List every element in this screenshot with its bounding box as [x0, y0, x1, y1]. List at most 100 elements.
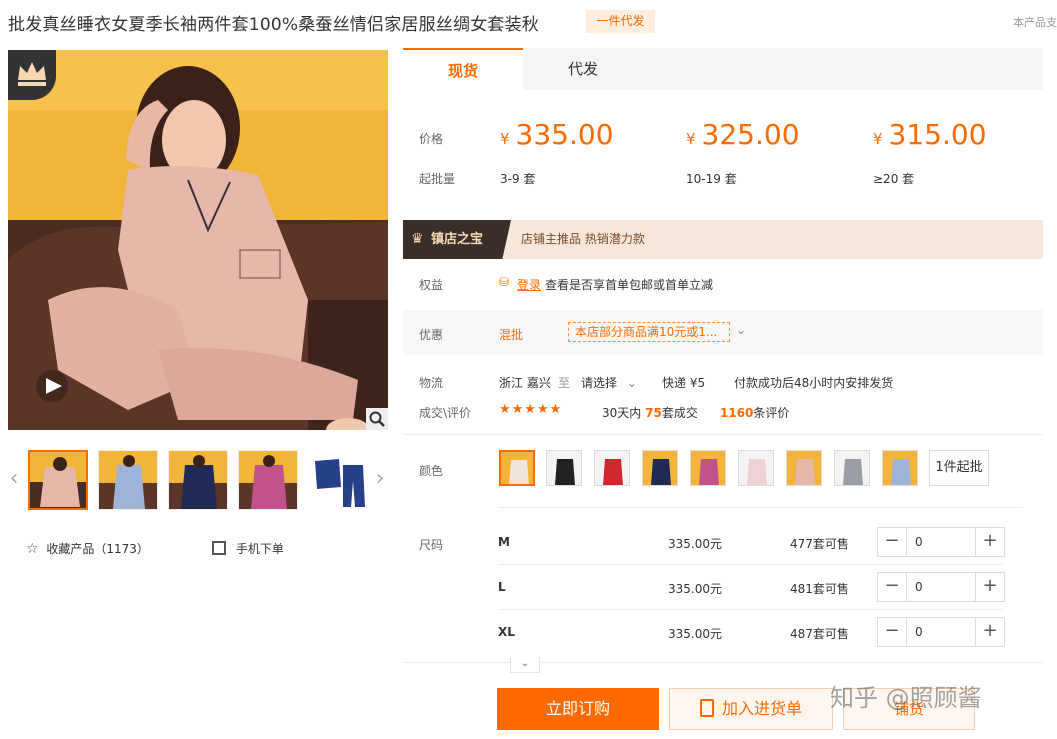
swatch-image [643, 451, 677, 485]
expand-sizes-button[interactable]: ⌄ [510, 657, 540, 673]
color-swatch[interactable] [642, 450, 678, 486]
tier-qty: 10-19 套 [686, 172, 737, 186]
dropship-tag[interactable]: 一件代发 [586, 10, 655, 33]
promo-row: 优惠 混批 本店部分商品满10元或1... ⌄ [403, 310, 1043, 355]
color-swatch[interactable] [690, 450, 726, 486]
size-row: XL 335.00元 487套可售 − 0 + [403, 610, 1043, 655]
ship-method: 快递 ¥5 [662, 376, 706, 390]
color-swatch[interactable] [786, 450, 822, 486]
quantity-stepper: − 0 + [877, 617, 1005, 647]
rights-label: 权益 [419, 278, 444, 292]
size-name: L [498, 580, 506, 594]
title-row: 批发真丝睡衣女夏季长袖两件套100%桑蚕丝情侣家居服丝绸女套装秋 一件代发 本产… [8, 10, 1057, 36]
crown-icon: ♛ [411, 231, 424, 247]
decrement-button[interactable]: − [878, 573, 906, 601]
tier-qty: 3-9 套 [500, 172, 536, 186]
rights-row: 权益 ⛁ 登录 查看是否享首单包邮或首单立减 [403, 262, 1043, 306]
color-swatch[interactable] [834, 450, 870, 486]
swatch-image [547, 451, 581, 485]
swatch-image [835, 451, 869, 485]
thumbnail[interactable] [98, 450, 158, 510]
qrcode-icon [212, 541, 226, 555]
increment-button[interactable]: + [976, 573, 1004, 601]
single-piece-moq-button[interactable]: 1件起批 [929, 450, 989, 486]
banner-text: 店铺主推品 热销潜力款 [521, 232, 645, 246]
ship-to-word: 至 [558, 376, 571, 390]
favorite-button[interactable]: ☆ 收藏产品（1173） [26, 540, 149, 557]
thumb-prev-arrow[interactable]: ‹ [8, 466, 20, 492]
review-count[interactable]: 1160条评价 [720, 404, 789, 421]
order-now-button[interactable]: 立即订购 [497, 688, 659, 730]
shop-treasure-banner: ♛ 镇店之宝 店铺主推品 热销潜力款 [403, 220, 1043, 259]
product-photo-illustration [8, 50, 388, 430]
size-price: 335.00元 [668, 537, 722, 551]
price-tiers: 价格 起批量 ¥335.00 3-9 套 ¥325.00 10-19 套 ¥31… [403, 90, 1043, 208]
swatch-image [739, 451, 773, 485]
tier-price: ¥315.00 [873, 118, 987, 151]
size-stock: 477套可售 [790, 537, 849, 551]
decrement-button[interactable]: − [878, 618, 906, 646]
color-swatch[interactable] [594, 450, 630, 486]
swatch-image [595, 451, 629, 485]
tier-qty: ≥20 套 [873, 172, 915, 186]
color-label: 颜色 [419, 464, 444, 478]
ship-to-select[interactable]: 请选择 ⌄ [581, 374, 637, 391]
favorite-label: 收藏产品（1173） [46, 542, 149, 556]
deals-label: 成交\评价 [419, 406, 472, 420]
chevron-down-icon[interactable]: ⌄ [736, 323, 746, 337]
zoom-button[interactable] [366, 408, 388, 430]
add-to-cart-button[interactable]: 加入进货单 [669, 688, 833, 730]
size-row: M 335.00元 477套可售 − 0 + [403, 520, 1043, 565]
size-row: L 335.00元 481套可售 − 0 + [403, 565, 1043, 610]
thumbnail-image [309, 451, 367, 509]
size-table: 尺码 M 335.00元 477套可售 − 0 + L 335.00元 481套… [403, 520, 1043, 660]
size-price: 335.00元 [668, 627, 722, 641]
clipboard-icon [699, 699, 714, 717]
corner-note: 本产品支 [1013, 16, 1057, 29]
thumbnail[interactable] [28, 450, 88, 510]
increment-button[interactable]: + [976, 528, 1004, 556]
tab-in-stock[interactable]: 现货 [403, 48, 523, 90]
thumbnail[interactable] [308, 450, 368, 510]
crown-icon [18, 62, 46, 86]
quantity-stepper: − 0 + [877, 527, 1005, 557]
ship-from: 浙江 嘉兴 [499, 376, 551, 390]
quantity-input[interactable]: 0 [906, 618, 976, 646]
thumbnail-image [30, 452, 86, 508]
thumbnail-image [169, 451, 227, 509]
coupon-icon: ⛁ [499, 275, 510, 289]
main-product-image[interactable] [8, 50, 388, 430]
thumb-next-arrow[interactable]: › [374, 466, 386, 492]
tab-dropship[interactable]: 代发 [523, 48, 643, 90]
tier-price: ¥325.00 [686, 118, 800, 151]
star-outline-icon: ☆ [26, 541, 39, 557]
thumbnail-image [99, 451, 157, 509]
thumbnail[interactable] [168, 450, 228, 510]
color-swatch[interactable] [546, 450, 582, 486]
quantity-input[interactable]: 0 [906, 573, 976, 601]
size-stock: 487套可售 [790, 627, 849, 641]
swatch-image [691, 451, 725, 485]
swatch-image [501, 452, 533, 484]
tier-price: ¥335.00 [500, 118, 614, 151]
thumbnail-image [239, 451, 297, 509]
thumbnail[interactable] [238, 450, 298, 510]
mobile-order-button[interactable]: 手机下单 [212, 540, 284, 557]
decrement-button[interactable]: − [878, 528, 906, 556]
offer-tabs: 现货 代发 [403, 48, 1043, 90]
increment-button[interactable]: + [976, 618, 1004, 646]
color-swatch[interactable] [738, 450, 774, 486]
left-actions: ☆ 收藏产品（1173） 手机下单 [26, 540, 386, 562]
color-swatch[interactable] [882, 450, 918, 486]
size-name: XL [498, 625, 515, 639]
shipping-label: 物流 [419, 376, 444, 390]
product-title: 批发真丝睡衣女夏季长袖两件套100%桑蚕丝情侣家居服丝绸女套装秋 [8, 15, 539, 35]
size-name: M [498, 535, 510, 549]
promo-coupon[interactable]: 本店部分商品满10元或1... [568, 322, 730, 342]
crown-badge [8, 50, 56, 100]
color-swatch[interactable] [499, 450, 535, 486]
divider [403, 662, 1043, 663]
quantity-input[interactable]: 0 [906, 528, 976, 556]
login-link[interactable]: 登录 [517, 276, 541, 293]
swatch-image [883, 451, 917, 485]
